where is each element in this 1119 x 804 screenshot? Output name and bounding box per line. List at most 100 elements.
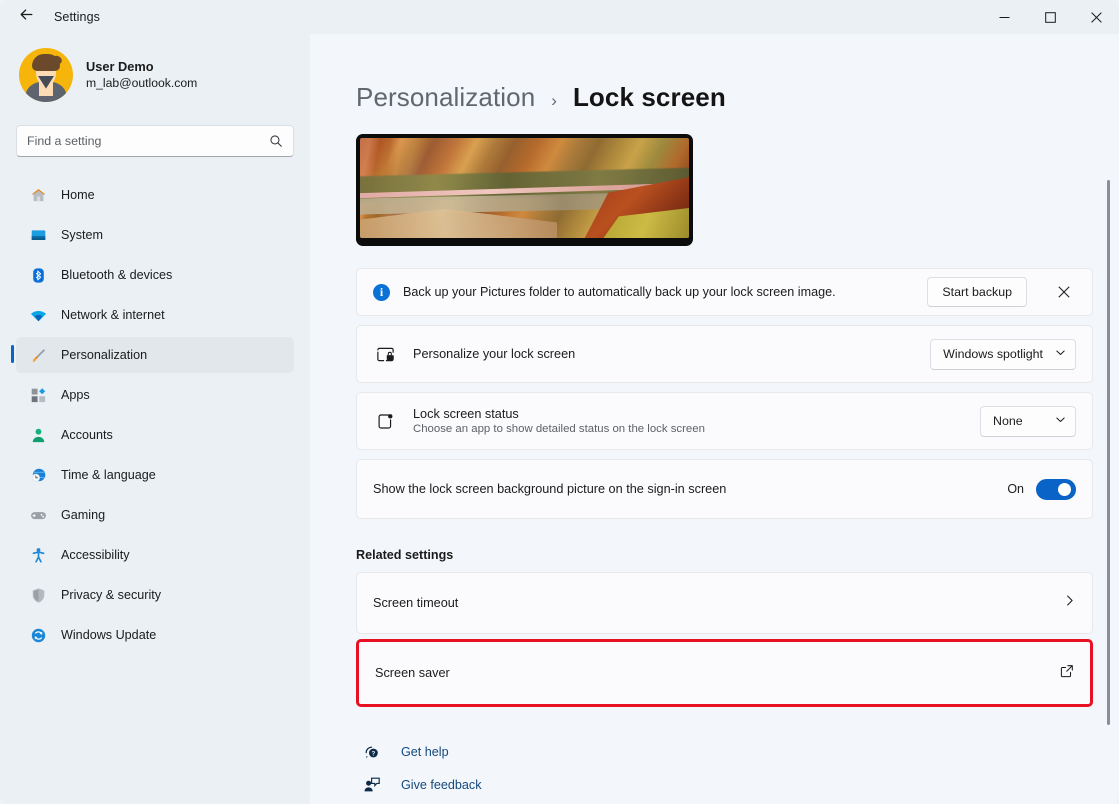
sidebar-item-label: Privacy & security xyxy=(61,588,161,602)
search-input[interactable] xyxy=(27,134,269,148)
screen-saver-row[interactable]: Screen saver xyxy=(359,642,1090,704)
svg-text:?: ? xyxy=(371,750,375,757)
get-help-label: Get help xyxy=(401,745,449,759)
shield-icon xyxy=(29,586,47,604)
breadcrumb: Personalization › Lock screen xyxy=(356,34,1119,124)
breadcrumb-parent[interactable]: Personalization xyxy=(356,82,535,113)
account-name: User Demo xyxy=(86,58,197,75)
settings-window: Settings xyxy=(0,0,1119,804)
person-icon xyxy=(29,426,47,444)
lock-screen-status-row: Lock screen status Choose an app to show… xyxy=(356,392,1093,450)
close-icon[interactable] xyxy=(1050,278,1078,306)
sidebar-item-label: System xyxy=(61,228,103,242)
back-arrow-icon xyxy=(18,6,35,28)
sidebar-item-system[interactable]: System xyxy=(16,217,294,253)
sidebar-item-label: Accessibility xyxy=(61,548,130,562)
back-button[interactable] xyxy=(8,2,44,32)
gamepad-icon xyxy=(29,506,47,524)
sidebar-item-label: Home xyxy=(61,188,95,202)
lock-screen-preview xyxy=(356,134,693,246)
account-email: m_lab@outlook.com xyxy=(86,75,197,91)
row-title: Personalize your lock screen xyxy=(413,347,930,361)
row-title: Lock screen status xyxy=(413,407,980,421)
apps-icon xyxy=(29,386,47,404)
sidebar-item-time-language[interactable]: Time & language xyxy=(16,457,294,493)
help-icon: ? xyxy=(362,743,381,761)
sidebar-item-label: Gaming xyxy=(61,508,105,522)
close-button[interactable] xyxy=(1073,0,1119,34)
chevron-down-icon xyxy=(1055,414,1066,428)
maximize-button[interactable] xyxy=(1027,0,1073,34)
lock-screen-icon xyxy=(373,344,397,365)
page-title: Lock screen xyxy=(573,82,726,113)
show-background-toggle[interactable] xyxy=(1036,479,1076,500)
toggle-state-label: On xyxy=(1007,482,1024,496)
system-icon xyxy=(29,226,47,244)
footer-links: ? Get help Give fee xyxy=(356,735,1093,801)
lock-screen-preview-image xyxy=(360,138,689,238)
backup-banner: i Back up your Pictures folder to automa… xyxy=(356,268,1093,316)
lock-screen-status-icon xyxy=(373,411,397,432)
show-background-on-signin-row: Show the lock screen background picture … xyxy=(356,459,1093,519)
chevron-right-icon xyxy=(1063,594,1076,612)
sidebar-item-label: Network & internet xyxy=(61,308,165,322)
minimize-button[interactable] xyxy=(981,0,1027,34)
sidebar-item-label: Windows Update xyxy=(61,628,156,642)
sidebar-item-home[interactable]: Home xyxy=(16,177,294,213)
get-help-link[interactable]: ? Get help xyxy=(362,735,1093,768)
vertical-scrollbar[interactable] xyxy=(1103,54,1113,798)
dropdown-value: Windows spotlight xyxy=(943,347,1043,361)
feedback-icon xyxy=(362,776,381,794)
chevron-right-icon: › xyxy=(551,91,557,111)
wifi-icon xyxy=(29,306,47,324)
scrollbar-thumb[interactable] xyxy=(1107,180,1110,725)
home-icon xyxy=(29,186,47,204)
sidebar: User Demo m_lab@outlook.com xyxy=(0,34,310,804)
search-box[interactable] xyxy=(16,125,294,157)
backup-banner-text: Back up your Pictures folder to automati… xyxy=(403,285,914,299)
sidebar-nav: Home System xyxy=(10,177,300,657)
lock-screen-status-dropdown[interactable]: None xyxy=(980,406,1076,437)
row-title: Show the lock screen background picture … xyxy=(373,482,1007,496)
chevron-down-icon xyxy=(1055,347,1066,361)
personalize-lock-screen-row: Personalize your lock screen Windows spo… xyxy=(356,325,1093,383)
account-block[interactable]: User Demo m_lab@outlook.com xyxy=(10,34,300,108)
main-content: Personalization › Lock screen xyxy=(310,34,1119,804)
avatar xyxy=(19,48,73,102)
search-icon xyxy=(269,134,283,148)
paintbrush-icon xyxy=(29,346,47,364)
sidebar-item-apps[interactable]: Apps xyxy=(16,377,294,413)
give-feedback-link[interactable]: Give feedback xyxy=(362,768,1093,801)
give-feedback-label: Give feedback xyxy=(401,778,482,792)
row-subtitle: Choose an app to show detailed status on… xyxy=(413,423,980,435)
sidebar-item-bluetooth[interactable]: Bluetooth & devices xyxy=(16,257,294,293)
sidebar-item-windows-update[interactable]: Windows Update xyxy=(16,617,294,653)
settings-scroll-region: i Back up your Pictures folder to automa… xyxy=(310,130,1119,804)
accessibility-icon xyxy=(29,546,47,564)
title-bar: Settings xyxy=(0,0,1119,34)
sidebar-item-accounts[interactable]: Accounts xyxy=(16,417,294,453)
external-link-icon xyxy=(1060,664,1074,683)
personalize-lock-screen-dropdown[interactable]: Windows spotlight xyxy=(930,339,1076,370)
info-icon: i xyxy=(373,284,390,301)
sidebar-item-label: Accounts xyxy=(61,428,113,442)
toggle-knob xyxy=(1058,483,1071,496)
screen-saver-highlight: Screen saver xyxy=(356,639,1093,707)
row-title: Screen timeout xyxy=(373,596,1063,610)
sidebar-item-label: Bluetooth & devices xyxy=(61,268,172,282)
sidebar-item-personalization[interactable]: Personalization xyxy=(16,337,294,373)
sidebar-item-gaming[interactable]: Gaming xyxy=(16,497,294,533)
start-backup-button[interactable]: Start backup xyxy=(927,277,1027,307)
sidebar-item-label: Personalization xyxy=(61,348,147,362)
window-title: Settings xyxy=(54,10,100,24)
screen-timeout-row[interactable]: Screen timeout xyxy=(356,572,1093,634)
related-settings-heading: Related settings xyxy=(356,548,1093,562)
clock-globe-icon xyxy=(29,466,47,484)
sidebar-item-privacy-security[interactable]: Privacy & security xyxy=(16,577,294,613)
sidebar-item-accessibility[interactable]: Accessibility xyxy=(16,537,294,573)
bluetooth-icon xyxy=(29,266,47,284)
update-icon xyxy=(29,626,47,644)
sidebar-item-network[interactable]: Network & internet xyxy=(16,297,294,333)
row-title: Screen saver xyxy=(375,666,1060,680)
dropdown-value: None xyxy=(993,414,1023,428)
